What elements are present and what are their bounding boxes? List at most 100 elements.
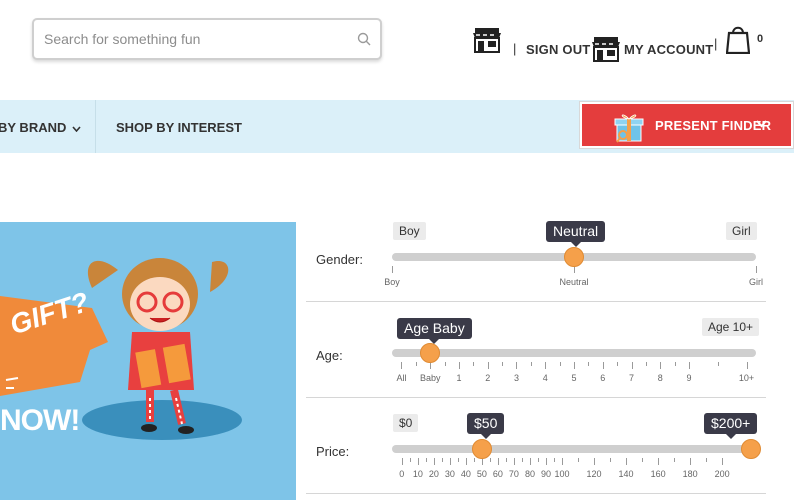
- sign-out-link[interactable]: SIGN OUT: [526, 42, 590, 57]
- gender-tick-label: Girl: [749, 277, 763, 287]
- price-tick-label: 70: [508, 469, 519, 479]
- price-minor-tick: [505, 458, 507, 462]
- price-minor-tick: [473, 458, 475, 462]
- hero-cta-text: NOW!: [0, 404, 80, 437]
- nav-divider: [95, 100, 96, 153]
- row-divider: [306, 301, 766, 302]
- chevron-down-icon: [756, 120, 767, 128]
- price-slider-track[interactable]: [392, 445, 756, 453]
- age-major-tick: [574, 362, 575, 369]
- age-label: Age:: [316, 348, 343, 363]
- nav-item-shop-by-interest[interactable]: SHOP BY INTEREST: [116, 120, 242, 135]
- age-minor-tick: [674, 362, 676, 366]
- price-major-tick: [449, 458, 451, 465]
- price-major-tick: [481, 458, 483, 465]
- gender-tick-label: Boy: [384, 277, 400, 287]
- store-icon[interactable]: [591, 36, 621, 62]
- price-major-tick: [690, 458, 692, 465]
- price-minor-tick: [578, 458, 579, 462]
- age-major-tick: [401, 362, 403, 369]
- price-minor-tick: [425, 458, 427, 462]
- age-tick-label: 7: [628, 373, 635, 383]
- price-minor-tick: [553, 458, 555, 462]
- age-major-tick: [660, 362, 662, 369]
- price-tick-label: 10: [412, 469, 423, 479]
- gender-label: Gender:: [316, 252, 363, 267]
- present-finder-button[interactable]: PRESENT FINDER: [580, 102, 793, 148]
- price-tick-label: 90: [540, 469, 551, 479]
- price-high-value-tooltip: $200+: [704, 413, 758, 439]
- age-slider-handle[interactable]: [420, 343, 441, 363]
- price-major-tick: [417, 458, 419, 465]
- row-divider: [306, 397, 766, 398]
- price-min-handle[interactable]: [471, 439, 492, 459]
- shopping-bag-icon[interactable]: [726, 24, 750, 54]
- price-minor-tick: [489, 458, 491, 462]
- age-minor-tick: [444, 362, 446, 366]
- search-input[interactable]: [44, 28, 344, 50]
- price-minor-tick: [409, 458, 411, 462]
- gender-major-tick: [574, 266, 575, 273]
- age-max-label: Age 10+: [702, 318, 760, 336]
- price-tick-label: 0: [399, 469, 405, 479]
- age-tick-label: 10+: [738, 373, 755, 383]
- row-divider: [306, 493, 766, 494]
- price-tick-label: 30: [444, 469, 455, 479]
- age-major-tick: [430, 362, 432, 369]
- chevron-down-icon: [72, 126, 81, 132]
- age-value-tooltip: Age Baby: [397, 318, 472, 344]
- hero-banner[interactable]: GIFT? NOW!: [0, 222, 296, 500]
- age-major-tick: [602, 362, 604, 369]
- price-major-tick: [594, 458, 596, 465]
- price-major-tick: [465, 458, 467, 465]
- cart-count: 0: [757, 33, 764, 45]
- price-label: Price:: [316, 444, 350, 459]
- age-minor-tick: [559, 362, 561, 366]
- age-tick-label: 9: [686, 373, 692, 383]
- age-tick-label: All: [396, 373, 407, 383]
- price-major-tick: [658, 458, 660, 465]
- age-minor-tick: [645, 362, 647, 366]
- price-minor-tick: [706, 458, 708, 462]
- price-major-tick: [513, 458, 515, 465]
- present-finder-label: PRESENT FINDER: [655, 118, 772, 133]
- price-minor-tick: [457, 458, 459, 462]
- age-minor-tick: [415, 362, 417, 366]
- price-tick-label: 100: [554, 469, 570, 479]
- gender-slider-handle[interactable]: [564, 247, 584, 267]
- age-major-tick: [631, 362, 633, 369]
- price-major-tick: [561, 458, 563, 465]
- age-slider-track[interactable]: [392, 349, 756, 357]
- my-account-link[interactable]: MY ACCOUNT: [624, 42, 713, 57]
- search-icon[interactable]: [357, 32, 371, 46]
- age-tick-label: 6: [600, 373, 606, 383]
- price-tick-label: 20: [428, 469, 439, 479]
- age-major-tick: [689, 362, 691, 369]
- price-tick-label: 140: [618, 469, 634, 479]
- price-major-tick: [626, 458, 628, 465]
- price-major-tick: [545, 458, 547, 465]
- age-major-tick: [516, 362, 518, 369]
- price-major-tick: [722, 458, 724, 465]
- nav-item-label: BY BRAND: [0, 120, 67, 135]
- price-minor-tick: [674, 458, 676, 462]
- price-min-label: $0: [393, 414, 419, 432]
- price-tick-label: 60: [492, 469, 503, 479]
- price-minor-tick: [441, 458, 443, 462]
- age-tick-label: 5: [571, 373, 577, 383]
- search-box[interactable]: [32, 18, 382, 60]
- header-separator: |: [714, 36, 718, 51]
- price-tick-label: 40: [460, 469, 471, 479]
- age-minor-tick: [530, 362, 532, 366]
- gender-max-label: Girl: [726, 222, 757, 240]
- gender-value-tooltip: Neutral: [546, 221, 606, 247]
- gender-major-tick: [756, 266, 757, 273]
- age-minor-tick: [717, 362, 719, 366]
- price-tick-label: 50: [476, 469, 487, 479]
- price-major-tick: [433, 458, 435, 465]
- gender-min-label: Boy: [393, 222, 426, 240]
- age-minor-tick: [473, 362, 475, 366]
- price-max-handle[interactable]: [740, 439, 761, 459]
- nav-item-by-brand[interactable]: BY BRAND: [0, 120, 81, 135]
- store-icon[interactable]: [472, 27, 502, 53]
